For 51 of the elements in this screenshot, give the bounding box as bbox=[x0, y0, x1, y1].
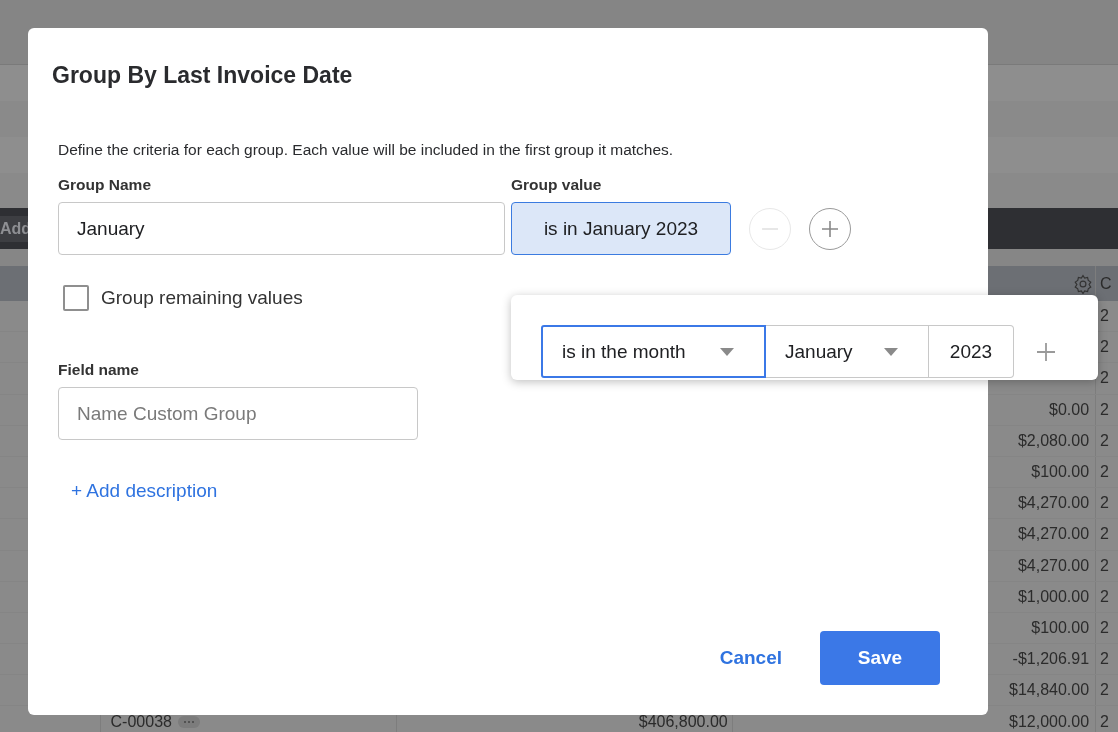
table-cell: -$1,206.91 bbox=[1012, 650, 1090, 669]
description: Define the criteria for each group. Each value will be included in the first group it matches. bbox=[58, 141, 675, 159]
column-header: C bbox=[1100, 274, 1112, 293]
table-cell: 2 bbox=[1100, 431, 1109, 450]
group-value-button[interactable]: is in January 2023 bbox=[511, 202, 731, 255]
field-name-field[interactable]: Name Custom Group bbox=[58, 387, 418, 440]
table-cell: $0.00 bbox=[1049, 400, 1090, 419]
group-name-field[interactable]: January bbox=[58, 202, 505, 255]
caret-icon bbox=[884, 347, 898, 356]
plus-icon[interactable] bbox=[1036, 342, 1056, 362]
table-cell: 2 bbox=[1100, 556, 1109, 575]
table-cell: $4,270.00 bbox=[1017, 494, 1090, 513]
table-cell: 2 bbox=[1100, 307, 1109, 326]
table-cell: $14,840.00 bbox=[1009, 681, 1090, 700]
table-cell: $12,000.00 bbox=[1009, 712, 1090, 731]
month-dropdown[interactable]: January bbox=[766, 325, 929, 378]
table-cell: $4,270.00 bbox=[1017, 525, 1090, 544]
table-cell: 2 bbox=[1100, 338, 1109, 357]
cancel-button[interactable]: Cancel bbox=[719, 647, 782, 669]
table-cell: 2 bbox=[1100, 618, 1109, 637]
field-label: Group Name bbox=[58, 176, 152, 194]
field-label: Field name bbox=[58, 361, 140, 379]
settings-icon[interactable] bbox=[1073, 273, 1094, 294]
dialog-title: Group By Last Invoice Date bbox=[52, 62, 354, 89]
caret-icon bbox=[720, 347, 734, 356]
table-cell: $4,270.00 bbox=[1017, 556, 1090, 575]
checkbox-label: Group remaining values bbox=[101, 287, 303, 309]
year-field[interactable]: 2023 bbox=[929, 325, 1014, 378]
more-icon[interactable] bbox=[177, 715, 200, 728]
add-description-link[interactable]: + Add description bbox=[71, 480, 218, 502]
save-button[interactable]: Save bbox=[820, 631, 940, 685]
condition-dropdown[interactable]: is in the month bbox=[541, 325, 766, 378]
table-cell: 2 bbox=[1100, 525, 1109, 544]
table-cell: 2 bbox=[1100, 712, 1109, 731]
table-cell: $406,800.00 bbox=[638, 712, 728, 731]
field-label: Group value bbox=[511, 176, 603, 194]
table-cell: $1,000.00 bbox=[1017, 587, 1090, 606]
table-cell: C-00038 bbox=[110, 712, 172, 731]
table-cell: $100.00 bbox=[1031, 463, 1090, 482]
table-cell: 2 bbox=[1100, 650, 1109, 669]
plus-icon bbox=[820, 218, 840, 239]
table-cell: 2 bbox=[1100, 587, 1109, 606]
table-cell: $2,080.00 bbox=[1017, 431, 1090, 450]
checkbox[interactable] bbox=[63, 285, 89, 311]
table-cell: 2 bbox=[1100, 400, 1109, 419]
table-cell: 2 bbox=[1100, 681, 1109, 700]
table-cell: 2 bbox=[1100, 369, 1109, 388]
add-button[interactable] bbox=[809, 207, 851, 250]
table-cell: $100.00 bbox=[1031, 618, 1090, 637]
table-cell: 2 bbox=[1100, 463, 1109, 482]
table-cell: 2 bbox=[1100, 494, 1109, 513]
